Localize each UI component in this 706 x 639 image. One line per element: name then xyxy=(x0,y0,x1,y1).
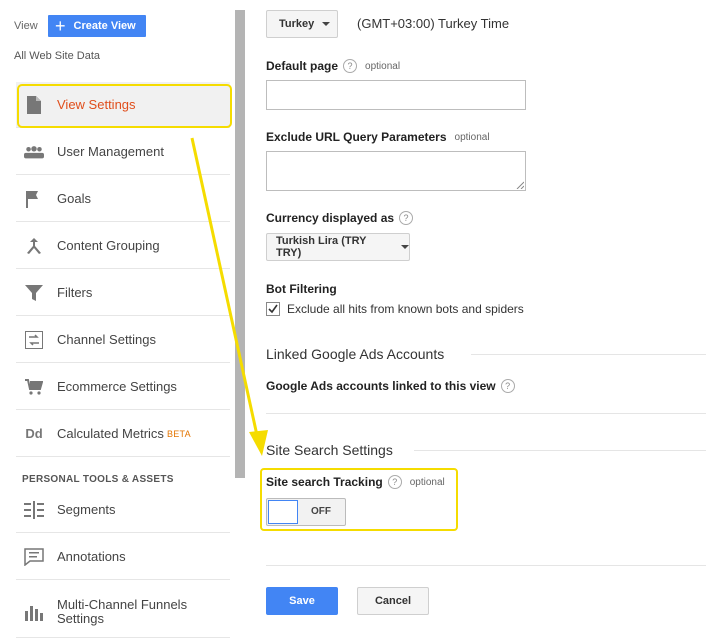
annotations-icon xyxy=(24,547,44,567)
country-value: Turkey xyxy=(279,18,315,30)
merge-icon xyxy=(24,236,44,256)
create-view-label: Create View xyxy=(73,20,136,32)
divider xyxy=(471,354,706,355)
sidebar-item-calculated-metrics[interactable]: Dd Calculated Metrics BETA xyxy=(16,411,230,457)
sidebar-item-label: Multi-Channel Funnels Settings xyxy=(57,596,188,626)
flag-icon xyxy=(24,189,44,209)
help-icon[interactable]: ? xyxy=(343,59,358,73)
sidebar-item-segments[interactable]: Segments xyxy=(16,487,230,533)
currency-value: Turkish Lira (TRY TRY) xyxy=(276,235,367,259)
help-icon[interactable]: ? xyxy=(500,379,515,393)
bot-filtering-row[interactable]: Exclude all hits from known bots and spi… xyxy=(266,302,524,316)
help-icon[interactable]: ? xyxy=(399,211,414,225)
divider xyxy=(266,565,706,566)
segments-icon xyxy=(24,500,44,520)
people-icon xyxy=(24,142,44,162)
plus-icon: + xyxy=(55,16,66,36)
country-dropdown[interactable]: Turkey xyxy=(266,10,338,38)
sidebar-item-label: Channel Settings xyxy=(57,332,157,347)
site-search-title: Site Search Settings xyxy=(266,442,393,458)
linked-ads-text: Google Ads accounts linked to this view xyxy=(266,379,496,393)
currency-text: Currency displayed as xyxy=(266,211,395,225)
filter-icon xyxy=(24,283,44,303)
sidebar-item-annotations[interactable]: Annotations xyxy=(16,534,230,580)
view-label: View xyxy=(14,20,38,32)
exclude-params-text: Exclude URL Query Parameters xyxy=(266,130,447,144)
sidebar-item-user-management[interactable]: User Management xyxy=(16,129,230,175)
exclude-params-textarea[interactable] xyxy=(266,151,526,191)
bot-filtering-label: Bot Filtering xyxy=(266,282,337,296)
channel-settings-icon xyxy=(24,330,44,350)
dd-icon: Dd xyxy=(25,426,43,441)
chevron-down-icon xyxy=(322,22,331,26)
sidebar-item-goals[interactable]: Goals xyxy=(16,176,230,222)
bot-filtering-checkbox-label: Exclude all hits from known bots and spi… xyxy=(287,302,524,316)
save-button[interactable]: Save xyxy=(266,587,338,615)
linked-ads-title: Linked Google Ads Accounts xyxy=(266,346,445,362)
exclude-params-label: Exclude URL Query Parameters optional xyxy=(266,130,490,144)
cart-icon xyxy=(24,377,44,397)
sidebar-item-filters[interactable]: Filters xyxy=(16,270,230,316)
sidebar-item-label: Goals xyxy=(57,191,91,206)
divider xyxy=(266,413,706,414)
all-web-site-data-label: All Web Site Data xyxy=(14,50,101,62)
highlight-box-site-search xyxy=(260,468,458,531)
currency-dropdown[interactable]: Turkish Lira (TRY TRY) xyxy=(266,233,410,261)
default-page-text: Default page xyxy=(266,59,339,73)
currency-label: Currency displayed as ? xyxy=(266,211,414,225)
sidebar-item-label: Filters xyxy=(57,285,93,300)
sidebar-item-label: Ecommerce Settings xyxy=(57,379,177,394)
bot-filtering-checkbox[interactable] xyxy=(266,302,280,316)
sidebar-item-ecommerce-settings[interactable]: Ecommerce Settings xyxy=(16,364,230,410)
sidebar-item-label: Content Grouping xyxy=(57,238,160,253)
divider xyxy=(414,450,706,451)
highlight-box-view-settings xyxy=(17,84,232,128)
create-view-button[interactable]: + Create View xyxy=(48,15,146,37)
checkmark-icon xyxy=(268,304,278,314)
chevron-down-icon xyxy=(401,245,409,249)
sidebar-item-channel-settings[interactable]: Channel Settings xyxy=(16,317,230,363)
sidebar-item-label: User Management xyxy=(57,144,164,159)
default-page-label: Default page ? optional xyxy=(266,59,400,73)
sidebar-item-multi-channel-funnels[interactable]: Multi-Channel Funnels Settings xyxy=(16,586,230,638)
sidebar-item-label: Calculated Metrics xyxy=(57,426,164,441)
beta-badge: BETA xyxy=(166,428,191,439)
optional-label: optional xyxy=(454,131,490,143)
sidebar-scrollbar[interactable] xyxy=(235,10,245,478)
cancel-button[interactable]: Cancel xyxy=(357,587,429,615)
default-page-input[interactable] xyxy=(266,80,526,110)
resize-handle-icon[interactable] xyxy=(516,181,524,189)
personal-tools-header: PERSONAL TOOLS & ASSETS xyxy=(22,474,174,485)
sidebar-item-label: Annotations xyxy=(57,549,126,564)
linked-ads-label: Google Ads accounts linked to this view … xyxy=(266,379,515,393)
bar-chart-icon xyxy=(24,602,44,622)
optional-label: optional xyxy=(365,60,401,72)
sidebar-item-label: Segments xyxy=(57,502,116,517)
sidebar-item-content-grouping[interactable]: Content Grouping xyxy=(16,223,230,269)
timezone-text: (GMT+03:00) Turkey Time xyxy=(357,16,510,31)
